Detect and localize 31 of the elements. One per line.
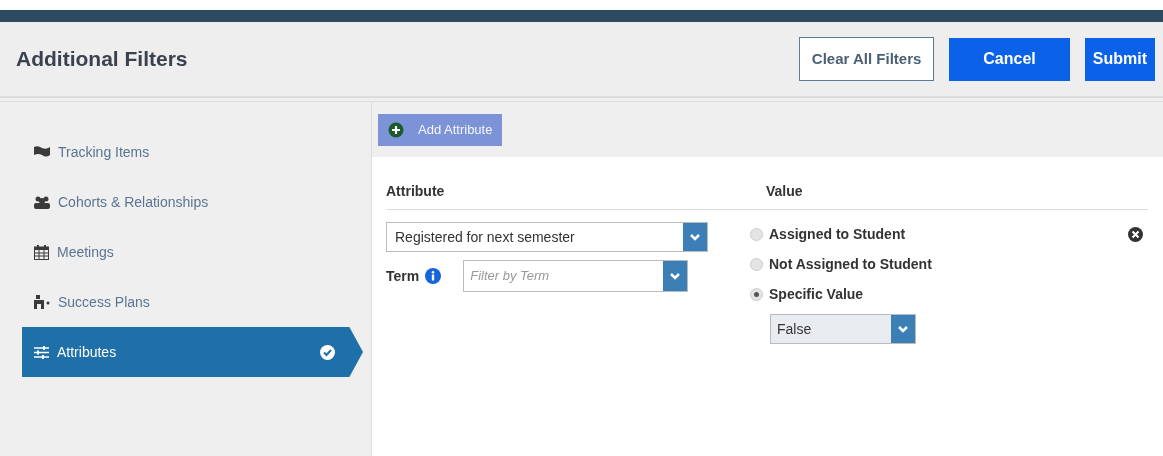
radio-button[interactable] (750, 227, 763, 241)
plus-icon (388, 121, 404, 138)
term-label: Term (386, 266, 420, 286)
radio-label: Assigned to Student (769, 224, 906, 244)
sidebar-item[interactable]: Success Plans (22, 277, 363, 327)
radio-label: Not Assigned to Student (769, 254, 932, 274)
sidebar-item[interactable]: Attributes (22, 327, 363, 377)
radio-label: Specific Value (769, 284, 864, 304)
sidebar-item[interactable]: Cohorts & Relationships (22, 177, 363, 227)
primary-button[interactable]: Submit (1084, 37, 1155, 81)
clear-filters-button[interactable]: Clear All Filters (798, 37, 935, 81)
info-icon (425, 268, 442, 284)
column-heading: Attribute (386, 183, 445, 199)
remove-icon[interactable] (1128, 227, 1143, 242)
chevron-icon (891, 315, 915, 343)
term-select[interactable]: Filter by Term (463, 260, 689, 292)
attribute-select[interactable]: Registered for next semester (386, 222, 708, 252)
users-icon (34, 195, 50, 209)
radio-button[interactable] (750, 257, 763, 271)
primary-button[interactable]: Cancel (949, 37, 1070, 81)
sidebar-item[interactable]: Tracking Items (22, 127, 363, 177)
chevron-icon (683, 223, 707, 251)
page-title: Additional Filters (16, 46, 188, 73)
chevron-icon (663, 261, 688, 291)
radio-button[interactable] (750, 287, 763, 301)
flag-icon (34, 146, 50, 158)
calendar-icon (34, 244, 49, 260)
column-heading: Value (766, 183, 803, 199)
value-select[interactable]: False (770, 314, 916, 344)
sliders-icon (34, 345, 49, 359)
sidebar-item[interactable]: Meetings (22, 227, 363, 277)
